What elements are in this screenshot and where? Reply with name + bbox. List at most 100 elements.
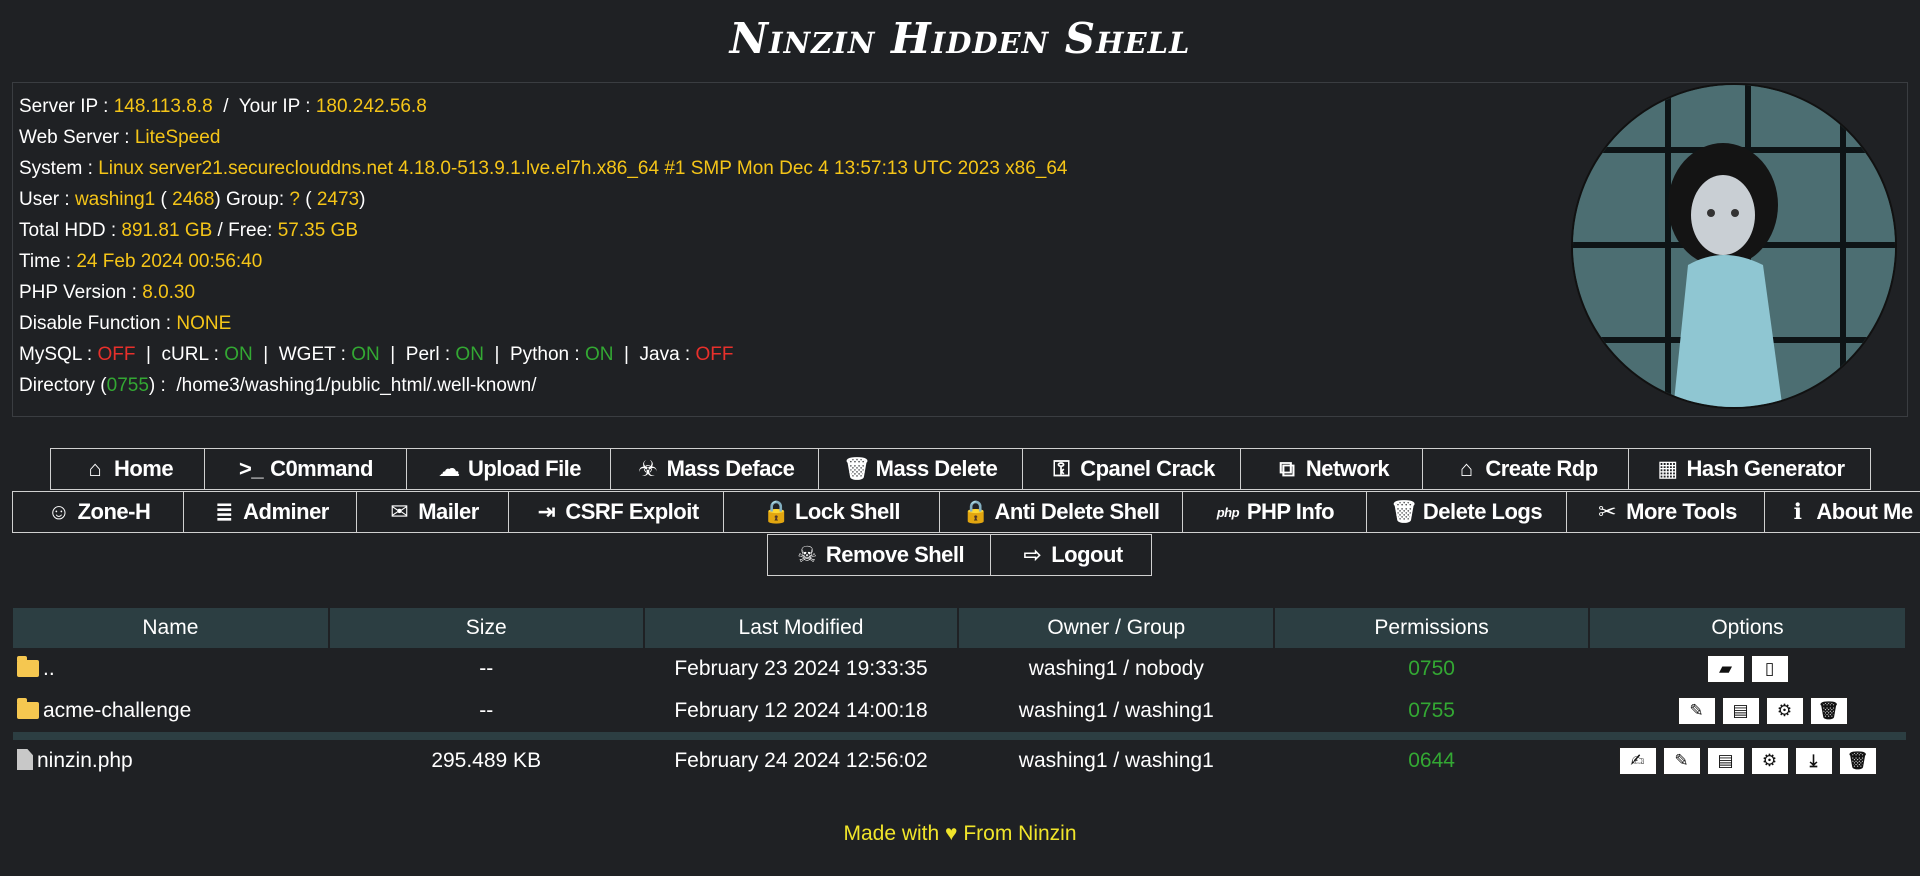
profile-avatar-image (1571, 83, 1897, 409)
trash-icon: 🗑 (1846, 751, 1869, 770)
java-status: OFF (695, 344, 734, 365)
file-permission[interactable]: 0750 (1274, 648, 1589, 690)
your-ip-label: / Your IP : (212, 96, 316, 117)
upload-file-label: Upload File (467, 456, 582, 481)
mask-icon: ☺ (47, 499, 70, 524)
lock-icon: 🔒 (762, 499, 790, 524)
csrf-exploit-label: CSRF Exploit (565, 499, 699, 524)
wget-status: ON (351, 344, 380, 365)
delete-button[interactable]: 🗑 (1838, 747, 1877, 775)
file-name-cell[interactable]: acme-challenge (13, 690, 329, 732)
network-icon: ⧉ (1279, 456, 1295, 481)
file-name-cell[interactable]: ninzin.php (13, 740, 329, 782)
create-rdp-button[interactable]: ⌂ Create Rdp (1422, 448, 1629, 490)
file-name-cell[interactable]: .. (13, 648, 329, 690)
directory-path-link[interactable]: /home3/washing1/public_html/.well-known/ (176, 375, 536, 396)
php-version-value: 8.0.30 (142, 282, 196, 303)
file-name-link[interactable]: acme-challenge (43, 699, 191, 722)
php-info-button[interactable]: php PHP Info (1182, 491, 1367, 533)
file-owner: washing1 / washing1 (1018, 699, 1214, 722)
adminer-label: Adminer (243, 499, 329, 524)
web-server-value: LiteSpeed (134, 127, 221, 148)
file-table: Name Size Last Modified Owner / Group Pe… (13, 608, 1907, 782)
cpanel-crack-button[interactable]: ⚿ Cpanel Crack (1022, 448, 1241, 490)
group-label: ) Group: (214, 189, 290, 210)
chmod-button[interactable]: ⚙ (1750, 747, 1789, 775)
php-icon: php (1216, 504, 1240, 520)
command-button[interactable]: >_ C0mmand (204, 448, 407, 490)
anti-delete-shell-button[interactable]: 🔒 Anti Delete Shell (939, 491, 1183, 533)
mass-delete-label: Mass Delete (875, 456, 998, 481)
table-separator (13, 732, 1906, 740)
file-options: ▰ ▯ (1589, 648, 1906, 690)
file-icon (17, 749, 33, 770)
file-name-link[interactable]: .. (43, 657, 55, 680)
disable-function-value: NONE (176, 313, 232, 334)
remove-shell-button[interactable]: ☠ Remove Shell (767, 534, 991, 576)
upload-file-button[interactable]: ☁ Upload File (406, 448, 611, 490)
mysql-status: OFF (97, 344, 136, 365)
chmod-button[interactable]: ⚙ (1765, 697, 1804, 725)
adminer-button[interactable]: ≣ Adminer (183, 491, 357, 533)
mass-delete-button[interactable]: 🗑 Mass Delete (818, 448, 1023, 490)
new-file-button[interactable]: ▯ (1750, 655, 1789, 683)
file-import-icon: ⇥ (537, 499, 556, 524)
delete-button[interactable]: 🗑 (1809, 697, 1848, 725)
more-tools-button[interactable]: ✂ More Tools (1566, 491, 1765, 533)
delete-logs-button[interactable]: 🗑 Delete Logs (1366, 491, 1567, 533)
change-date-button[interactable]: ▤ (1721, 697, 1760, 725)
file-owner: washing1 / nobody (1028, 657, 1204, 680)
time-value: 24 Feb 2024 00:56:40 (76, 251, 263, 272)
menu-row-1: ⌂ Home >_ C0mmand ☁ Upload File ☣ Mass Defac… (50, 448, 1871, 490)
network-button[interactable]: ⧉ Network (1240, 448, 1423, 490)
lock-shell-button[interactable]: 🔒 Lock Shell (723, 491, 940, 533)
folder-icon: ▰ (1718, 659, 1733, 678)
terminal-icon: >_ (239, 456, 264, 481)
lock-icon: 🔒 (962, 499, 989, 524)
your-ip-value: 180.242.56.8 (315, 96, 427, 117)
file-modified: February 24 2024 12:56:02 (674, 749, 928, 772)
zone-h-button[interactable]: ☺ Zone-H (12, 491, 184, 533)
home-button[interactable]: ⌂ Home (50, 448, 205, 490)
download-button[interactable]: ⤓ (1794, 747, 1833, 775)
python-label: | Python : (483, 344, 585, 365)
file-size: -- (479, 657, 494, 680)
hdd-label: Total HDD : (19, 220, 122, 241)
directory-separator: ) : (148, 375, 177, 396)
mass-deface-button[interactable]: ☣ Mass Deface (610, 448, 819, 490)
user-value: washing1 (74, 189, 156, 210)
table-header-row: Name Size Last Modified Owner / Group Pe… (13, 608, 1907, 648)
create-rdp-label: Create Rdp (1485, 456, 1598, 481)
php-version-line: PHP Version : 8.0.30 (19, 277, 1067, 308)
anti-delete-shell-label: Anti Delete Shell (994, 499, 1160, 524)
change-date-button[interactable]: ▤ (1706, 747, 1745, 775)
csrf-exploit-button[interactable]: ⇥ CSRF Exploit (508, 491, 724, 533)
time-line: Time : 24 Feb 2024 00:56:40 (19, 246, 1067, 277)
mailer-label: Mailer (418, 499, 479, 524)
directory-permission: 0755 (106, 375, 149, 396)
rename-button[interactable]: ✎ (1662, 747, 1701, 775)
trash-icon: 🗑 (1817, 701, 1840, 720)
mailer-button[interactable]: ✉ Mailer (356, 491, 509, 533)
file-permission[interactable]: 0755 (1274, 690, 1589, 732)
file-size: 295.489 KB (431, 749, 542, 772)
curl-status: ON (224, 344, 253, 365)
directory-line: Directory (0755) : /home3/washing1/publi… (19, 370, 1067, 401)
disable-function-label: Disable Function : (19, 313, 177, 334)
rename-button[interactable]: ✎ (1677, 697, 1716, 725)
edit-button[interactable]: ✍ (1618, 747, 1657, 775)
logout-button[interactable]: ⇨ Logout (990, 534, 1152, 576)
pencil-icon: ✎ (1674, 751, 1689, 770)
hash-generator-button[interactable]: ▦ Hash Generator (1628, 448, 1871, 490)
directory-label: Directory ( (19, 375, 107, 396)
server-info-panel: Server IP : 148.113.8.8 / Your IP : 180.… (12, 82, 1908, 417)
new-folder-button[interactable]: ▰ (1706, 655, 1745, 683)
house-user-icon: ⌂ (1459, 456, 1473, 481)
user-label: User : (19, 189, 75, 210)
features-line: MySQL : OFF | cURL : ON | WGET : ON | Pe… (19, 339, 1067, 370)
file-name-link[interactable]: ninzin.php (37, 749, 133, 772)
cloud-upload-icon: ☁ (438, 456, 460, 481)
remove-shell-label: Remove Shell (825, 542, 965, 567)
file-permission[interactable]: 0644 (1274, 740, 1589, 782)
about-me-button[interactable]: ℹ About Me (1764, 491, 1920, 533)
